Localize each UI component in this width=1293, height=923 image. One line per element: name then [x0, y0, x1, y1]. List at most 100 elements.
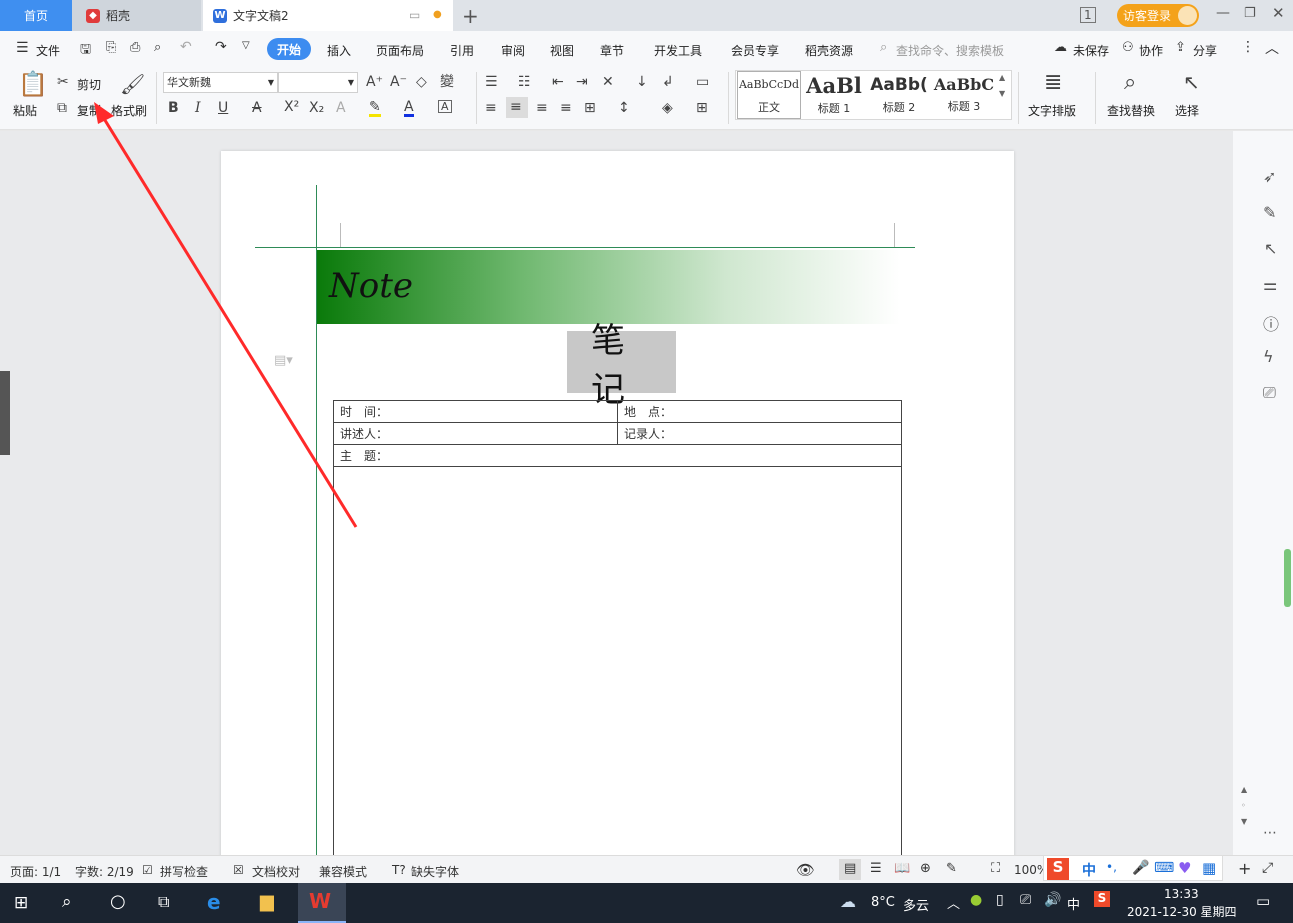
- zoom-indicator[interactable]: [1284, 549, 1291, 607]
- toolbox-icon[interactable]: ▦: [1202, 859, 1216, 877]
- tray-app-icon[interactable]: ●: [970, 892, 982, 908]
- align-center-icon[interactable]: ≡: [506, 97, 528, 118]
- prev-page-icon[interactable]: ◦: [1241, 801, 1246, 810]
- print-icon[interactable]: ⎙: [130, 40, 140, 55]
- missing-font-button[interactable]: 缺失字体: [411, 863, 459, 880]
- copy-button[interactable]: 复制: [77, 102, 101, 119]
- cortana-icon[interactable]: ○: [110, 891, 126, 912]
- tab-document[interactable]: W 文字文稿2 ▭ ●: [203, 0, 453, 31]
- wps-taskbar-button[interactable]: W: [298, 883, 346, 923]
- italic-icon[interactable]: I: [195, 101, 201, 115]
- undo-icon[interactable]: ↶: [180, 39, 192, 55]
- clock-time[interactable]: 13:33: [1164, 887, 1199, 901]
- notification-icon[interactable]: ▭: [1256, 892, 1270, 910]
- quick-access-dropdown-icon[interactable]: ▽: [242, 40, 250, 51]
- page-indicator[interactable]: 页面: 1/1: [10, 863, 61, 880]
- align-right-icon[interactable]: ≡: [536, 101, 548, 115]
- underline-icon[interactable]: U: [218, 101, 228, 115]
- char-shading-icon[interactable]: A: [438, 100, 452, 113]
- clear-format-icon[interactable]: ◇: [416, 75, 427, 89]
- windows-start-icon[interactable]: ⊞: [14, 893, 28, 913]
- show-marks-icon[interactable]: ↲: [662, 75, 674, 89]
- borders-icon[interactable]: ⊞: [696, 101, 708, 115]
- font-size-select[interactable]: ▼: [278, 72, 358, 93]
- shrink-font-icon[interactable]: A⁻: [390, 75, 407, 89]
- help-icon[interactable]: ⓘ: [1263, 311, 1279, 335]
- menu-insert[interactable]: 插入: [327, 42, 351, 59]
- menu-view[interactable]: 视图: [550, 42, 574, 59]
- login-button[interactable]: 访客登录: [1117, 4, 1199, 27]
- paste-icon[interactable]: 📋: [18, 72, 48, 96]
- scroll-up-icon[interactable]: ▲: [1241, 785, 1247, 794]
- note-form-table[interactable]: 时 间： 地 点： 讲述人： 记录人： 主 题：: [333, 400, 902, 855]
- font-color-icon[interactable]: A: [404, 100, 414, 117]
- keyboard-icon[interactable]: ⌨: [1154, 860, 1174, 876]
- justify-icon[interactable]: ≡: [560, 101, 572, 115]
- ime-mode[interactable]: 中: [1082, 860, 1096, 880]
- tray-ime[interactable]: 中: [1067, 894, 1080, 913]
- tray-expand-icon[interactable]: ︿: [947, 893, 960, 912]
- document-title[interactable]: 笔记: [567, 321, 676, 410]
- text-layout-button[interactable]: 文字排版: [1028, 102, 1076, 119]
- search-icon[interactable]: ⌕: [880, 40, 887, 55]
- command-search-input[interactable]: 查找命令、搜索模板: [896, 42, 1004, 59]
- fullscreen-icon[interactable]: ⤢: [1262, 860, 1273, 876]
- file-explorer-icon[interactable]: ▆: [260, 891, 274, 912]
- text-effect-icon[interactable]: A: [336, 101, 346, 115]
- highlight-icon[interactable]: ✎: [369, 100, 381, 117]
- read-view-icon[interactable]: 📖: [894, 861, 910, 876]
- left-panel-handle[interactable]: [0, 371, 10, 455]
- menu-review[interactable]: 审阅: [501, 42, 525, 59]
- rocket-icon[interactable]: ➶: [1263, 167, 1276, 186]
- menu-membership[interactable]: 会员专享: [731, 42, 779, 59]
- paragraph-menu-icon[interactable]: ▤▾: [274, 353, 293, 368]
- menu-chapter[interactable]: 章节: [600, 42, 624, 59]
- more-icon[interactable]: ⋮: [1241, 39, 1255, 55]
- find-replace-button[interactable]: 查找替换: [1107, 102, 1155, 119]
- scroll-down-icon[interactable]: ▼: [1241, 817, 1247, 826]
- bullet-list-icon[interactable]: ☰: [485, 75, 498, 89]
- pen-icon[interactable]: ✎: [1263, 203, 1276, 222]
- lightning-icon[interactable]: ϟ: [1263, 347, 1274, 366]
- bold-icon[interactable]: B: [168, 101, 179, 115]
- ruler-icon[interactable]: ▭: [696, 75, 709, 89]
- ie-icon[interactable]: e: [207, 890, 221, 914]
- menu-developer[interactable]: 开发工具: [654, 42, 702, 59]
- word-count[interactable]: 字数: 2/19: [75, 863, 134, 880]
- menu-page-layout[interactable]: 页面布局: [376, 42, 424, 59]
- web-view-icon[interactable]: ⊕: [920, 861, 931, 876]
- align-left-icon[interactable]: ≡: [485, 101, 497, 115]
- page-view-icon[interactable]: ▤: [839, 859, 861, 880]
- format-painter-button[interactable]: 格式刷: [111, 102, 147, 119]
- network-icon[interactable]: ⎚: [1020, 892, 1031, 908]
- tray-sogou-icon[interactable]: S: [1094, 891, 1110, 907]
- table-cell-content[interactable]: [333, 466, 902, 855]
- superscript-icon[interactable]: X²: [284, 100, 299, 114]
- phonetic-icon[interactable]: 變: [440, 75, 454, 89]
- collab-button[interactable]: 协作: [1139, 42, 1163, 59]
- menu-start[interactable]: 开始: [267, 38, 311, 60]
- task-view-icon[interactable]: ⧉: [158, 892, 169, 912]
- share-button[interactable]: 分享: [1193, 42, 1217, 59]
- weather-temp[interactable]: 8°C: [871, 895, 895, 910]
- outline-view-icon[interactable]: ☰: [870, 861, 882, 876]
- new-tab-icon[interactable]: +: [462, 4, 479, 28]
- ime-toolbar[interactable]: S 中 •, 🎤 ⌨ ♥ ▦: [1043, 855, 1223, 881]
- backup-icon[interactable]: ⎚: [1263, 383, 1276, 403]
- sort-icon[interactable]: ↓: [636, 75, 648, 89]
- sliders-icon[interactable]: ⚌: [1263, 275, 1277, 294]
- line-spacing-icon[interactable]: ↕: [618, 101, 630, 115]
- punct-icon[interactable]: •,: [1106, 860, 1117, 874]
- style-normal[interactable]: AaBbCcDd 正文: [737, 71, 801, 119]
- volume-icon[interactable]: 🔊: [1044, 892, 1061, 908]
- proofread-button[interactable]: 文档校对: [252, 863, 300, 880]
- print-preview-icon[interactable]: ⌕: [154, 40, 161, 55]
- table-cell-speaker[interactable]: 讲述人：: [333, 422, 618, 445]
- font-name-select[interactable]: 华文新魏 ▼: [163, 72, 278, 93]
- usb-icon[interactable]: ▯: [996, 892, 1004, 908]
- table-cell-time[interactable]: 时 间：: [333, 400, 618, 423]
- shading-icon[interactable]: ◈: [662, 101, 673, 115]
- table-cell-location[interactable]: 地 点：: [617, 400, 902, 423]
- tab-daoke[interactable]: ◆ 稻壳: [72, 0, 201, 31]
- minimize-icon[interactable]: —: [1216, 5, 1230, 21]
